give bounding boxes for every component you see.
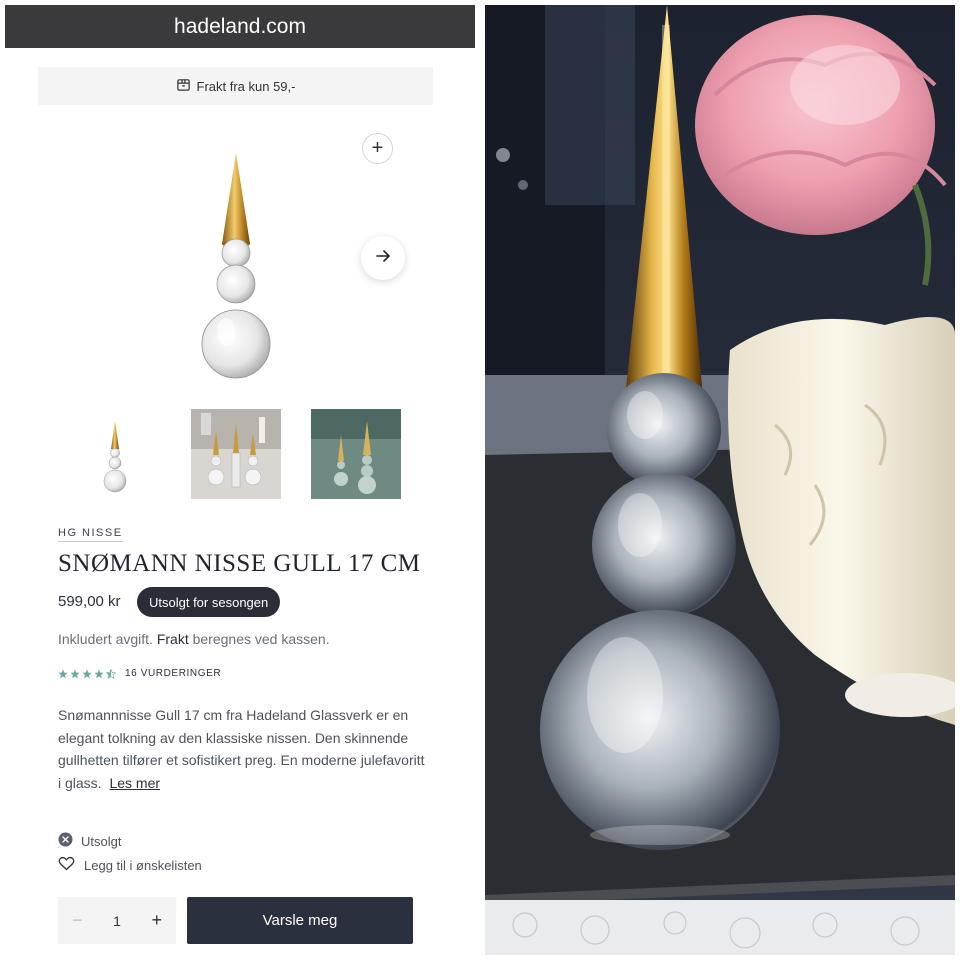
star-icon [94,669,104,678]
quantity-decrease-button[interactable]: − [72,910,83,931]
star-icon [58,669,68,678]
quantity-stepper: − 1 + [58,897,176,944]
quantity-increase-button[interactable]: + [151,910,162,931]
stock-status: Utsolgt [58,832,121,850]
half-star-icon [106,668,116,679]
rating-count: 16 VURDERINGER [125,668,222,679]
thumbnail-strip [70,409,410,501]
product-page-panel: hadeland.com Frakt fra kun 59,- + HG NIS… [0,0,480,960]
zoom-button[interactable]: + [362,133,393,164]
add-to-wishlist[interactable]: Legg til i ønskelisten [58,855,202,875]
shipping-promo-banner: Frakt fra kun 59,- [38,67,433,105]
sold-out-badge: Utsolgt for sesongen [137,587,281,617]
browser-url-bar[interactable]: hadeland.com [5,5,475,48]
plus-icon: + [371,137,384,159]
tax-prefix: Inkludert avgift. [58,631,153,647]
tax-suffix: beregnes ved kassen. [192,631,330,647]
product-price: 599,00 kr [58,593,121,610]
box-icon [176,77,191,95]
heart-icon [58,855,75,875]
product-title: SNØMANN NISSE GULL 17 CM [58,550,421,577]
stock-status-label: Utsolgt [81,833,122,849]
product-brand[interactable]: HG NISSE [58,527,123,542]
url-text: hadeland.com [174,14,306,38]
quantity-value[interactable]: 1 [113,913,121,929]
tax-note: Inkludert avgift. Frakt beregnes ved kas… [58,631,330,647]
star-icon [82,669,92,678]
star-icon [70,669,80,678]
notify-me-button[interactable]: Varsle meg [187,897,413,944]
lifestyle-photo [485,5,955,955]
arrow-right-icon [374,247,392,270]
shipping-link[interactable]: Frakt [157,631,189,647]
thumbnail-3[interactable] [311,409,401,499]
rating-summary[interactable]: 16 VURDERINGER [58,668,221,679]
wishlist-label: Legg til i ønskelisten [84,857,202,873]
read-more-link[interactable]: Les mer [109,775,160,791]
thumbnail-1[interactable] [70,409,160,499]
product-description: Snømannnisse Gull 17 cm fra Hadeland Gla… [58,704,428,795]
next-image-button[interactable] [361,236,405,280]
close-circle-icon [58,832,73,850]
thumbnail-2[interactable] [191,409,281,499]
promo-text: Frakt fra kun 59,- [196,78,296,94]
